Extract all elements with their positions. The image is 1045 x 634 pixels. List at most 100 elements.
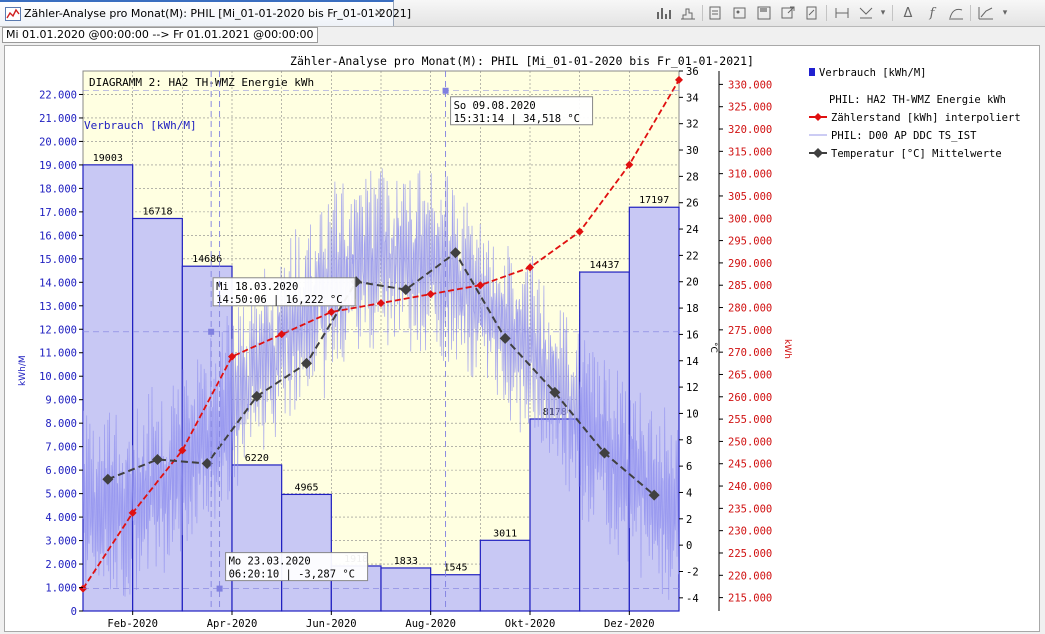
right-axis-tick-label: 315.000 (728, 146, 772, 158)
bar-apr (231, 464, 283, 612)
temp-axis-tick-label: 12 (686, 382, 699, 394)
right-axis-tick-label: 280.000 (728, 303, 772, 315)
temp-axis-tick-label: 30 (686, 145, 699, 157)
legend-marker-temp-mean (813, 148, 823, 158)
inner-series-label: Verbrauch [kWh/M] (84, 119, 197, 132)
toolbar-separator (702, 5, 703, 21)
right-axis-tick-label: 220.000 (728, 570, 772, 582)
tooltip-line: 14:50:06 | 16,222 °C (216, 294, 342, 306)
left-axis-tick-label: 6.000 (45, 465, 77, 477)
close-icon[interactable]: ✕ (374, 6, 384, 20)
left-axis-tick-label: 15.000 (39, 254, 77, 266)
zoom-fit-icon[interactable] (832, 3, 852, 23)
temp-axis-tick-label: 28 (686, 171, 699, 183)
left-axis-tick-label: 14.000 (39, 277, 77, 289)
tab-bar: Zähler-Analyse pro Monat(M): PHIL [Mi_01… (0, 0, 1045, 27)
left-axis-tick-label: 1.000 (45, 583, 77, 595)
tab-zaehler-analyse[interactable]: Zähler-Analyse pro Monat(M): PHIL [Mi_01… (0, 0, 411, 26)
delta-icon[interactable]: Δ (898, 3, 918, 23)
left-axis-tick-label: 0 (71, 606, 77, 618)
curve-icon[interactable] (946, 3, 966, 23)
right-axis-tick-label: 265.000 (728, 369, 772, 381)
legend-label: Verbrauch [kWh/M] (819, 67, 926, 79)
left-axis-tick-label: 7.000 (45, 442, 77, 454)
left-axis-tick-label: 2.000 (45, 559, 77, 571)
chart-line-icon (5, 7, 21, 21)
temp-axis-tick-label: 10 (686, 408, 699, 420)
x-axis-tick-label: Apr-2020 (207, 618, 258, 630)
tab-title: Zähler-Analyse pro Monat(M): PHIL [Mi_01… (24, 7, 411, 20)
temp-axis-tick-label: 34 (686, 92, 699, 104)
right-axis-tick-label: 295.000 (728, 236, 772, 248)
right-axis-tick-label: 215.000 (728, 593, 772, 605)
bar-label: 1833 (394, 556, 418, 567)
bar-jul (380, 567, 432, 612)
bar-aug (430, 574, 481, 612)
legend-label: PHIL: D00 AP DDC TS_IST (831, 130, 977, 142)
temp-axis-tick-label: 2 (686, 514, 692, 526)
right-axis-tick-label: 305.000 (728, 191, 772, 203)
toolbar-separator (826, 5, 827, 21)
export-data-icon[interactable] (802, 3, 822, 23)
temp-axis-tick-label: 32 (686, 119, 699, 131)
x-axis-tick-label: Feb-2020 (107, 618, 158, 630)
left-axis-tick-label: 5.000 (45, 489, 77, 501)
bar-sep (479, 539, 531, 612)
right-axis-tick-label: 230.000 (728, 526, 772, 538)
crosshair-marker (208, 328, 215, 335)
right-axis-tick-label: 320.000 (728, 124, 772, 136)
right-axis-tick-label: 275.000 (728, 325, 772, 337)
left-axis-tick-label: 11.000 (39, 348, 77, 360)
x-axis-tick-label: Aug-2020 (405, 618, 456, 630)
chart-toolbar: ▾ Δ f ▾ (650, 3, 1045, 23)
line-chart-icon[interactable] (976, 3, 996, 23)
left-axis-tick-label: 4.000 (45, 512, 77, 524)
dropdown-icon[interactable]: ▾ (878, 3, 888, 23)
bar-label: 16718 (142, 206, 172, 217)
chart-svg[interactable]: Zähler-Analyse pro Monat(M): PHIL [Mi_01… (5, 46, 1039, 631)
temp-axis-tick-label: -4 (686, 593, 699, 605)
left-axis-tick-label: 12.000 (39, 324, 77, 336)
left-axis-tick-label: 3.000 (45, 536, 77, 548)
histogram-icon[interactable] (678, 3, 698, 23)
left-axis-tick-label: 18.000 (39, 183, 77, 195)
right-axis-tick-label: 225.000 (728, 548, 772, 560)
legend-label: PHIL: HA2 TH-WMZ Energie kWh (829, 94, 1006, 106)
right-axis-tick-label: 260.000 (728, 392, 772, 404)
right-axis-tick-label: 235.000 (728, 503, 772, 515)
legend-label: Temperatur [°C] Mittelwerte (831, 148, 1002, 160)
export-icon[interactable] (778, 3, 798, 23)
chart-panel[interactable]: Zähler-Analyse pro Monat(M): PHIL [Mi_01… (4, 45, 1040, 632)
temp-axis-tick-label: 24 (686, 224, 699, 236)
temp-axis-tick-label: 16 (686, 329, 699, 341)
temp-axis-tick-label: 26 (686, 198, 699, 210)
legend-swatch-bar (809, 68, 815, 76)
temp-axis-title: °C (708, 342, 718, 353)
left-axis-tick-label: 16.000 (39, 230, 77, 242)
bar-chart-icon[interactable] (654, 3, 674, 23)
tooltip-line: So 09.08.2020 (454, 100, 536, 112)
chart-title: Zähler-Analyse pro Monat(M): PHIL [Mi_01… (290, 54, 754, 68)
function-icon[interactable]: f (922, 3, 942, 23)
tooltip-line: 15:31:14 | 34,518 °C (454, 113, 580, 125)
left-axis-tick-label: 22.000 (39, 89, 77, 101)
right-axis-tick-label: 245.000 (728, 459, 772, 471)
toolbar-separator (970, 5, 971, 21)
copy-image-icon[interactable] (730, 3, 750, 23)
right-axis-tick-label: 250.000 (728, 436, 772, 448)
copy-chart-icon[interactable] (706, 3, 726, 23)
bar-label: 19003 (93, 153, 123, 164)
temp-axis-tick-label: 8 (686, 435, 692, 447)
zoom-icon[interactable] (856, 3, 876, 23)
bar-label: 14437 (589, 260, 619, 271)
save-icon[interactable] (754, 3, 774, 23)
x-axis-tick-label: Jun-2020 (306, 618, 357, 630)
left-axis-tick-label: 20.000 (39, 136, 77, 148)
bar-label: 4965 (294, 482, 318, 493)
bar-label: 14686 (192, 254, 222, 265)
temp-axis-tick-label: 6 (686, 461, 692, 473)
dropdown-icon[interactable]: ▾ (1000, 3, 1010, 23)
right-axis-tick-label: 285.000 (728, 280, 772, 292)
time-range-bar: Mi 01.01.2020 @00:00:00 --> Fr 01.01.202… (0, 27, 1045, 43)
tooltip-line: Mi 18.03.2020 (216, 281, 298, 293)
